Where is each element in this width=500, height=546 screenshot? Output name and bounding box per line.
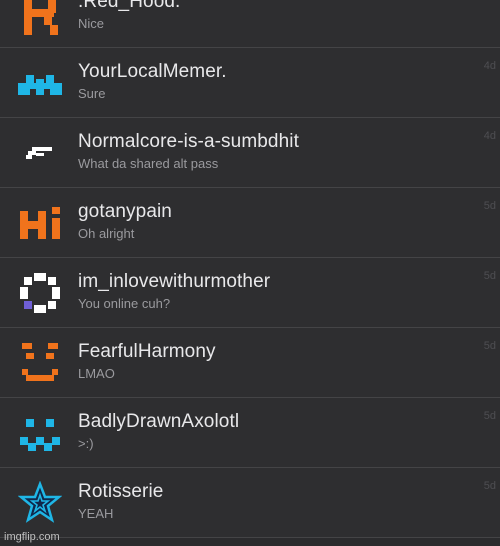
chat-last-message: YEAH xyxy=(78,506,114,521)
hi-pixel-icon xyxy=(14,201,66,245)
chat-timestamp: 5d xyxy=(483,270,496,282)
chat-row-normalcore[interactable]: Normalcore-is-a-sumbdhit What da shared … xyxy=(0,118,500,188)
watermark: imgflip.com xyxy=(4,531,60,543)
chat-timestamp: 4d xyxy=(483,130,496,142)
chat-last-message: Sure xyxy=(78,86,106,101)
chat-timestamp: 4d xyxy=(483,60,496,72)
chat-timestamp: 5d xyxy=(483,340,496,352)
pixel-face-icon xyxy=(14,341,66,385)
chat-row-badlydrawnaxolotl[interactable]: BadlyDrawnAxolotl >:) 5d xyxy=(0,398,500,468)
conversation-list: .Red_Hood. Nice 4d YourLocalMemer. Sure … xyxy=(0,0,500,546)
chat-username: BadlyDrawnAxolotl xyxy=(78,411,240,432)
chat-last-message: Nice xyxy=(78,16,105,31)
red-hood-r-icon xyxy=(14,0,66,35)
chat-last-message: You online cuh? xyxy=(78,296,171,311)
chat-last-message: Oh alright xyxy=(78,226,135,241)
star-icon xyxy=(14,481,66,525)
memer-pixel-icon xyxy=(14,61,66,105)
chat-row-rotisserie[interactable]: Rotisserie YEAH 5d xyxy=(0,468,500,538)
chat-username: FearfulHarmony xyxy=(78,341,216,362)
chat-timestamp: 5d xyxy=(483,480,496,492)
chat-timestamp: 5d xyxy=(483,200,496,212)
axolotl-face-icon xyxy=(14,411,66,455)
chat-row-fearfulharmony[interactable]: FearfulHarmony LMAO 5d xyxy=(0,328,500,398)
chat-last-message: What da shared alt pass xyxy=(78,156,219,171)
pixel-ring-icon xyxy=(14,271,66,315)
chat-username: gotanypain xyxy=(78,201,172,222)
normalcore-squiggle-icon xyxy=(14,131,66,175)
chat-username: im_inlovewithurmother xyxy=(78,271,271,292)
chat-row-gotanypain[interactable]: gotanypain Oh alright 5d xyxy=(0,188,500,258)
chat-username: Rotisserie xyxy=(78,481,164,502)
chat-timestamp: 4d xyxy=(484,0,496,2)
chat-username: YourLocalMemer. xyxy=(78,61,227,82)
chat-last-message: >:) xyxy=(78,436,94,451)
chat-row-yourlocalmemer[interactable]: YourLocalMemer. Sure 4d xyxy=(0,48,500,118)
chat-username: Normalcore-is-a-sumbdhit xyxy=(78,131,299,152)
chat-username: .Red_Hood. xyxy=(78,0,181,12)
chat-row-red-hood[interactable]: .Red_Hood. Nice 4d xyxy=(0,0,500,48)
chat-row-im-inlovewithurmother[interactable]: im_inlovewithurmother You online cuh? 5d xyxy=(0,258,500,328)
chat-timestamp: 5d xyxy=(483,410,496,422)
chat-last-message: LMAO xyxy=(78,366,115,381)
